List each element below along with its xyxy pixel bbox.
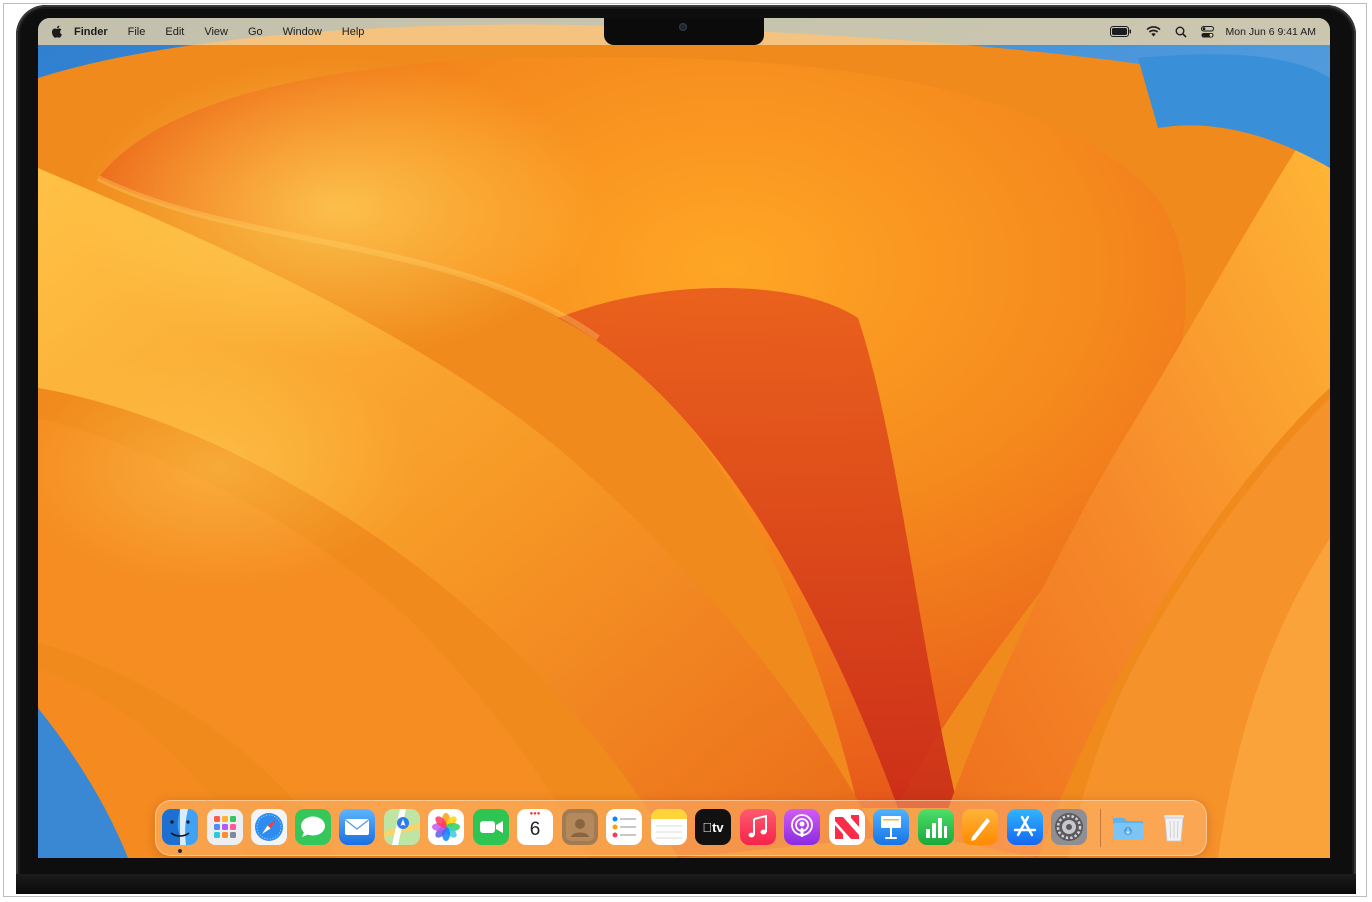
downloads-folder-icon[interactable] — [1110, 809, 1146, 845]
dock: ●●● 6 tv — [155, 800, 1207, 856]
camera-icon — [679, 23, 687, 31]
menu-edit[interactable]: Edit — [165, 26, 184, 38]
app-store-icon[interactable] — [1007, 809, 1043, 845]
menu-help[interactable]: Help — [342, 26, 365, 38]
podcasts-icon[interactable] — [784, 809, 820, 845]
menu-go[interactable]: Go — [248, 26, 263, 38]
camera-notch — [604, 18, 764, 45]
wifi-icon[interactable] — [1145, 26, 1161, 37]
photos-icon[interactable] — [428, 809, 464, 845]
calendar-day: 6 — [529, 819, 541, 840]
messages-icon[interactable] — [295, 809, 331, 845]
dock-separator — [1100, 809, 1101, 847]
menu-file[interactable]: File — [128, 26, 146, 38]
music-icon[interactable] — [740, 809, 776, 845]
tv-icon[interactable]: tv — [695, 809, 731, 845]
desktop-wallpaper — [38, 18, 1330, 858]
apple-menu-icon[interactable] — [50, 25, 62, 39]
battery-icon[interactable] — [1109, 26, 1132, 37]
pages-icon[interactable] — [962, 809, 998, 845]
news-icon[interactable] — [829, 809, 865, 845]
menu-view[interactable]: View — [204, 26, 228, 38]
contacts-icon[interactable] — [562, 809, 598, 845]
finder-icon[interactable] — [162, 809, 198, 845]
safari-icon[interactable] — [251, 809, 287, 845]
facetime-icon[interactable] — [473, 809, 509, 845]
maps-icon[interactable] — [384, 809, 420, 845]
menu-app-name[interactable]: Finder — [74, 26, 108, 38]
reminders-icon[interactable] — [606, 809, 642, 845]
launchpad-icon[interactable] — [207, 809, 243, 845]
control-center-icon[interactable] — [1200, 25, 1214, 38]
tv-label: tv — [702, 819, 723, 835]
keynote-icon[interactable] — [873, 809, 909, 845]
calendar-month-label: ●●● — [529, 811, 541, 817]
trash-icon[interactable] — [1156, 809, 1192, 845]
desktop-screen: Finder File Edit View Go Window Help Mon… — [38, 18, 1330, 858]
mail-icon[interactable] — [339, 809, 375, 845]
menu-clock[interactable]: Mon Jun 6 9:41 AM — [1226, 26, 1316, 38]
search-icon[interactable] — [1175, 26, 1187, 38]
menu-window[interactable]: Window — [283, 26, 322, 38]
numbers-icon[interactable] — [918, 809, 954, 845]
running-indicator — [178, 849, 182, 853]
laptop-hinge — [16, 874, 1356, 894]
notes-icon[interactable] — [651, 809, 687, 845]
calendar-icon[interactable]: ●●● 6 — [517, 809, 553, 845]
system-settings-icon[interactable] — [1051, 809, 1087, 845]
